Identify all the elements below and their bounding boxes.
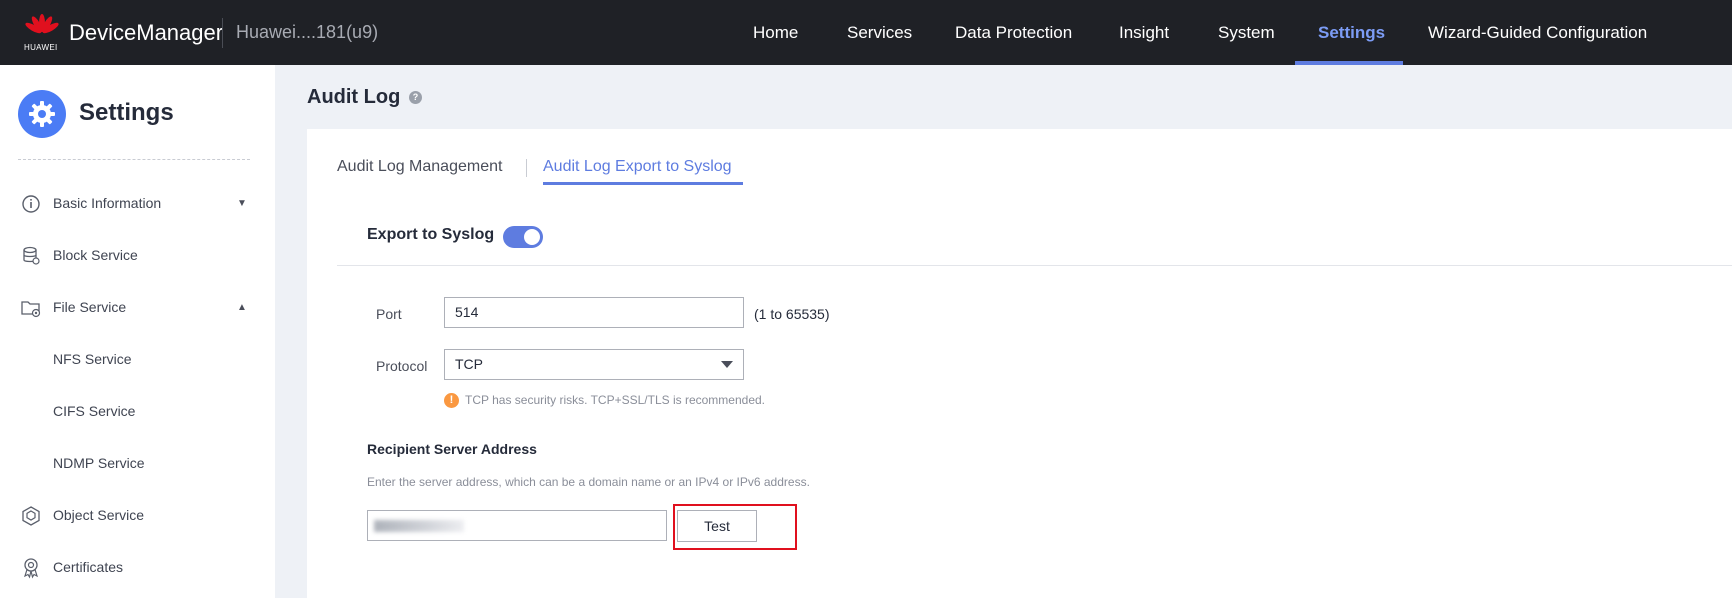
sidebar-item-nfs-service[interactable]: NFS Service — [0, 339, 275, 379]
port-label: Port — [376, 306, 402, 322]
sidebar-item-certificates[interactable]: Certificates — [0, 547, 275, 587]
app-title: DeviceManager — [69, 20, 224, 45]
protocol-label: Protocol — [376, 358, 428, 374]
redacted-address — [374, 520, 464, 532]
settings-gear-icon — [18, 90, 66, 138]
sidebar-item-label: NDMP Service — [53, 455, 145, 471]
sidebar-title: Settings — [79, 99, 174, 126]
toggle-knob — [524, 229, 540, 245]
device-name[interactable]: Huawei....181(u9) — [236, 22, 378, 43]
port-range-hint: (1 to 65535) — [754, 306, 830, 322]
certificate-icon — [24, 558, 38, 579]
tab-active-indicator — [543, 182, 743, 185]
sidebar-item-label: File Service — [53, 299, 127, 315]
nav-data-protection[interactable]: Data Protection — [955, 0, 1072, 65]
sidebar-item-label: Basic Information — [53, 195, 162, 211]
tab-audit-log-export-to-syslog[interactable]: Audit Log Export to Syslog — [543, 158, 732, 176]
sidebar-item-label: CIFS Service — [53, 403, 136, 419]
nav-home[interactable]: Home — [753, 0, 798, 65]
section-divider — [337, 265, 1732, 266]
nav-active-indicator — [1295, 61, 1403, 65]
sidebar-divider — [18, 159, 250, 160]
nav-insight[interactable]: Insight — [1119, 0, 1169, 65]
content-card: Audit Log Management Audit Log Export to… — [307, 129, 1732, 598]
nav-services[interactable]: Services — [847, 0, 912, 65]
export-to-syslog-toggle[interactable] — [503, 226, 543, 248]
port-input[interactable]: 514 — [444, 297, 744, 328]
protocol-warning-text: TCP has security risks. TCP+SSL/TLS is r… — [465, 393, 765, 407]
sidebar-item-label: NFS Service — [53, 351, 132, 367]
cube-icon — [22, 506, 40, 526]
page-title: Audit Log — [307, 86, 401, 108]
brand-text: HUAWEI — [24, 43, 58, 52]
recipient-server-address-description: Enter the server address, which can be a… — [367, 475, 810, 489]
topbar-divider — [222, 18, 223, 48]
sidebar-item-label: Certificates — [53, 559, 124, 575]
chevron-down-icon: ▼ — [237, 197, 247, 209]
info-icon — [22, 195, 40, 213]
sidebar-item-cifs-service[interactable]: CIFS Service — [0, 391, 275, 431]
nav-system[interactable]: System — [1218, 0, 1275, 65]
protocol-selected-value: TCP — [455, 356, 483, 372]
sidebar-item-label: Block Service — [53, 247, 138, 263]
chevron-up-icon: ▲ — [237, 301, 247, 313]
export-to-syslog-label: Export to Syslog — [367, 226, 495, 243]
warning-icon: ! — [444, 393, 459, 408]
sidebar-item-file-service[interactable]: File Service ▲ — [0, 287, 275, 327]
test-button[interactable]: Test — [677, 510, 757, 542]
database-icon — [23, 246, 40, 265]
sidebar-item-block-service[interactable]: Block Service — [0, 235, 275, 275]
recipient-server-address-input[interactable] — [367, 510, 667, 541]
sidebar-item-label: Object Service — [53, 507, 145, 523]
sidebar-item-ndmp-service[interactable]: NDMP Service — [0, 443, 275, 483]
folder-gear-icon — [21, 301, 41, 318]
sidebar-item-object-service[interactable]: Object Service — [0, 495, 275, 535]
nav-wizard-guided-configuration[interactable]: Wizard-Guided Configuration — [1428, 0, 1647, 65]
chevron-down-icon — [721, 361, 733, 368]
protocol-select[interactable]: TCP — [444, 349, 744, 380]
tab-divider — [526, 159, 527, 177]
help-icon[interactable]: ? — [409, 91, 422, 104]
nav-settings[interactable]: Settings — [1318, 0, 1385, 65]
tab-audit-log-management[interactable]: Audit Log Management — [337, 158, 502, 176]
sidebar: Settings Basic Information ▼ Block Servi… — [0, 65, 275, 598]
recipient-server-address-title: Recipient Server Address — [367, 441, 537, 457]
top-navigation-bar: HUAWEI DeviceManager Huawei....181(u9) H… — [0, 0, 1732, 65]
sidebar-item-basic-information[interactable]: Basic Information ▼ — [0, 183, 275, 223]
